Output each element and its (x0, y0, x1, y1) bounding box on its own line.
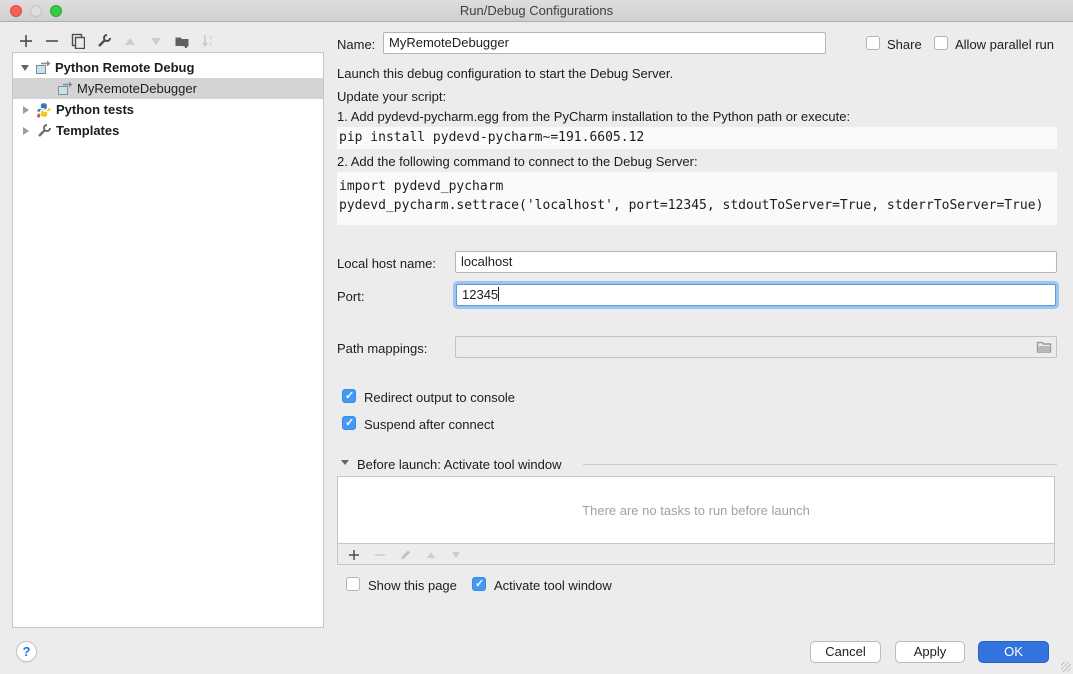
wrench-icon (36, 123, 52, 139)
code-line-2: pydevd_pycharm.settrace('localhost', por… (339, 196, 1055, 215)
tree-item-python-remote-debug[interactable]: Python Remote Debug (13, 57, 323, 78)
window-title: Run/Debug Configurations (0, 0, 1073, 21)
move-down-icon[interactable] (146, 32, 166, 50)
tasks-toolbar (338, 543, 1054, 564)
remove-configuration-button[interactable] (42, 32, 62, 50)
tree-item-templates[interactable]: Templates (13, 120, 323, 141)
local-host-name-input[interactable]: localhost (455, 251, 1057, 273)
description-step-1: 1. Add pydevd-pycharm.egg from the PyCha… (337, 109, 850, 124)
no-tasks-message: There are no tasks to run before launch (338, 477, 1054, 543)
sort-alphabetically-icon[interactable]: az (198, 32, 218, 50)
description-step-2: 2. Add the following command to connect … (337, 154, 698, 169)
move-up-icon[interactable] (120, 32, 140, 50)
tree-item-label: Python tests (56, 102, 134, 117)
port-label: Port: (337, 289, 364, 304)
tree-item-label: MyRemoteDebugger (77, 81, 197, 96)
show-this-page-checkbox[interactable] (346, 577, 360, 591)
run-config-icon (35, 60, 51, 76)
add-configuration-button[interactable] (16, 32, 36, 50)
allow-parallel-run-checkbox[interactable] (934, 36, 948, 50)
copy-configuration-icon[interactable] (67, 32, 87, 50)
description-line-2: Update your script: (337, 89, 446, 104)
show-this-page-label[interactable]: Show this page (368, 578, 457, 593)
svg-text:z: z (209, 42, 212, 48)
allow-parallel-run-label[interactable]: Allow parallel run (955, 37, 1054, 52)
cancel-button[interactable]: Cancel (810, 641, 881, 663)
minimize-window-button[interactable] (30, 5, 42, 17)
run-debug-configurations-dialog: Run/Debug Configurations az Python Remot… (0, 0, 1073, 674)
ok-button[interactable]: OK (978, 641, 1049, 663)
before-launch-collapse-icon[interactable] (341, 460, 349, 465)
apply-button[interactable]: Apply (895, 641, 965, 663)
before-launch-tasks-panel: There are no tasks to run before launch (337, 476, 1055, 565)
edit-task-pencil-icon[interactable] (396, 546, 414, 563)
move-task-down-icon[interactable] (447, 546, 465, 563)
browse-folder-icon[interactable] (1036, 340, 1052, 354)
collapse-arrow-icon[interactable] (21, 65, 29, 71)
settrace-code-block: import pydevd_pycharm pydevd_pycharm.set… (337, 172, 1057, 225)
new-folder-icon[interactable] (172, 32, 192, 50)
before-launch-title[interactable]: Before launch: Activate tool window (357, 457, 562, 472)
redirect-output-label[interactable]: Redirect output to console (364, 390, 515, 405)
name-label: Name: (337, 37, 375, 52)
redirect-output-checkbox[interactable] (342, 389, 356, 403)
run-config-icon (57, 81, 73, 97)
pip-install-command: pip install pydevd-pycharm~=191.6605.12 (337, 127, 1057, 149)
traffic-lights (10, 5, 62, 17)
name-input[interactable]: MyRemoteDebugger (383, 32, 826, 54)
edit-defaults-wrench-icon[interactable] (94, 32, 114, 50)
local-host-name-label: Local host name: (337, 256, 436, 271)
suspend-after-connect-label[interactable]: Suspend after connect (364, 417, 494, 432)
text-caret (498, 287, 499, 301)
expand-arrow-icon[interactable] (23, 127, 29, 135)
activate-tool-window-checkbox[interactable] (472, 577, 486, 591)
svg-text:a: a (209, 35, 213, 41)
configurations-tree: Python Remote Debug MyRemoteDebugger Pyt… (12, 52, 324, 628)
share-checkbox[interactable] (866, 36, 880, 50)
description-line-1: Launch this debug configuration to start… (337, 66, 673, 81)
add-task-icon[interactable] (345, 546, 363, 563)
resize-grip[interactable] (1061, 662, 1071, 672)
tree-item-label: Templates (56, 123, 119, 138)
before-launch-separator (583, 464, 1057, 465)
tree-item-label: Python Remote Debug (55, 60, 194, 75)
move-task-up-icon[interactable] (422, 546, 440, 563)
path-mappings-input[interactable] (455, 336, 1057, 358)
remove-task-icon[interactable] (371, 546, 389, 563)
suspend-after-connect-checkbox[interactable] (342, 416, 356, 430)
expand-arrow-icon[interactable] (23, 106, 29, 114)
tree-item-myremotedebugger[interactable]: MyRemoteDebugger (13, 78, 323, 99)
port-input[interactable]: 12345 (456, 284, 1056, 306)
share-label[interactable]: Share (887, 37, 922, 52)
path-mappings-label: Path mappings: (337, 341, 427, 356)
python-tests-icon (36, 102, 52, 118)
tree-item-python-tests[interactable]: Python tests (13, 99, 323, 120)
titlebar: Run/Debug Configurations (0, 0, 1073, 22)
activate-tool-window-label[interactable]: Activate tool window (494, 578, 612, 593)
code-line-1: import pydevd_pycharm (339, 177, 1055, 196)
close-window-button[interactable] (10, 5, 22, 17)
help-button[interactable]: ? (16, 641, 37, 662)
zoom-window-button[interactable] (50, 5, 62, 17)
